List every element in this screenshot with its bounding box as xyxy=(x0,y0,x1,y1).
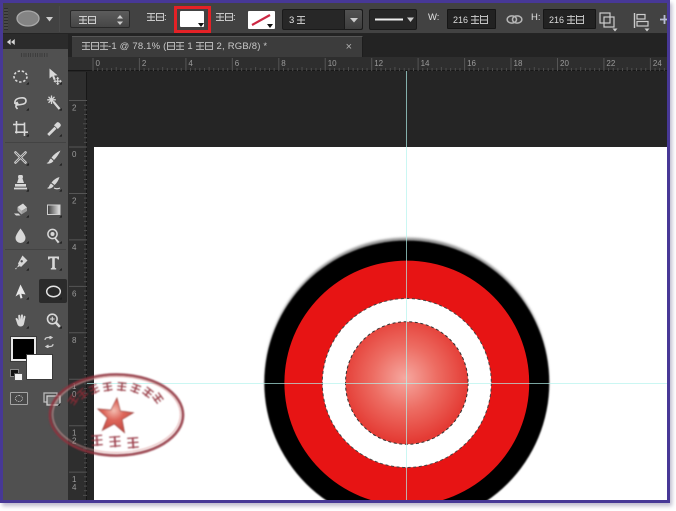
svg-text:4: 4 xyxy=(188,59,193,68)
svg-text:24: 24 xyxy=(653,59,662,68)
svg-text:14: 14 xyxy=(421,59,430,68)
svg-text:16: 16 xyxy=(467,59,476,68)
svg-text:4: 4 xyxy=(72,243,77,252)
svg-text:6: 6 xyxy=(235,59,240,68)
svg-text:20: 20 xyxy=(560,59,569,68)
svg-text:4: 4 xyxy=(72,483,77,492)
svg-text:0: 0 xyxy=(96,59,101,68)
svg-text:2: 2 xyxy=(72,104,77,113)
svg-text:8: 8 xyxy=(72,336,77,345)
svg-text:10: 10 xyxy=(328,59,337,68)
svg-text:0: 0 xyxy=(72,150,77,159)
svg-text:22: 22 xyxy=(606,59,615,68)
svg-text:2: 2 xyxy=(142,59,147,68)
svg-text:12: 12 xyxy=(374,59,383,68)
svg-text:2: 2 xyxy=(72,196,77,205)
svg-text:6: 6 xyxy=(72,289,77,298)
svg-text:18: 18 xyxy=(514,59,523,68)
svg-text:8: 8 xyxy=(281,59,286,68)
